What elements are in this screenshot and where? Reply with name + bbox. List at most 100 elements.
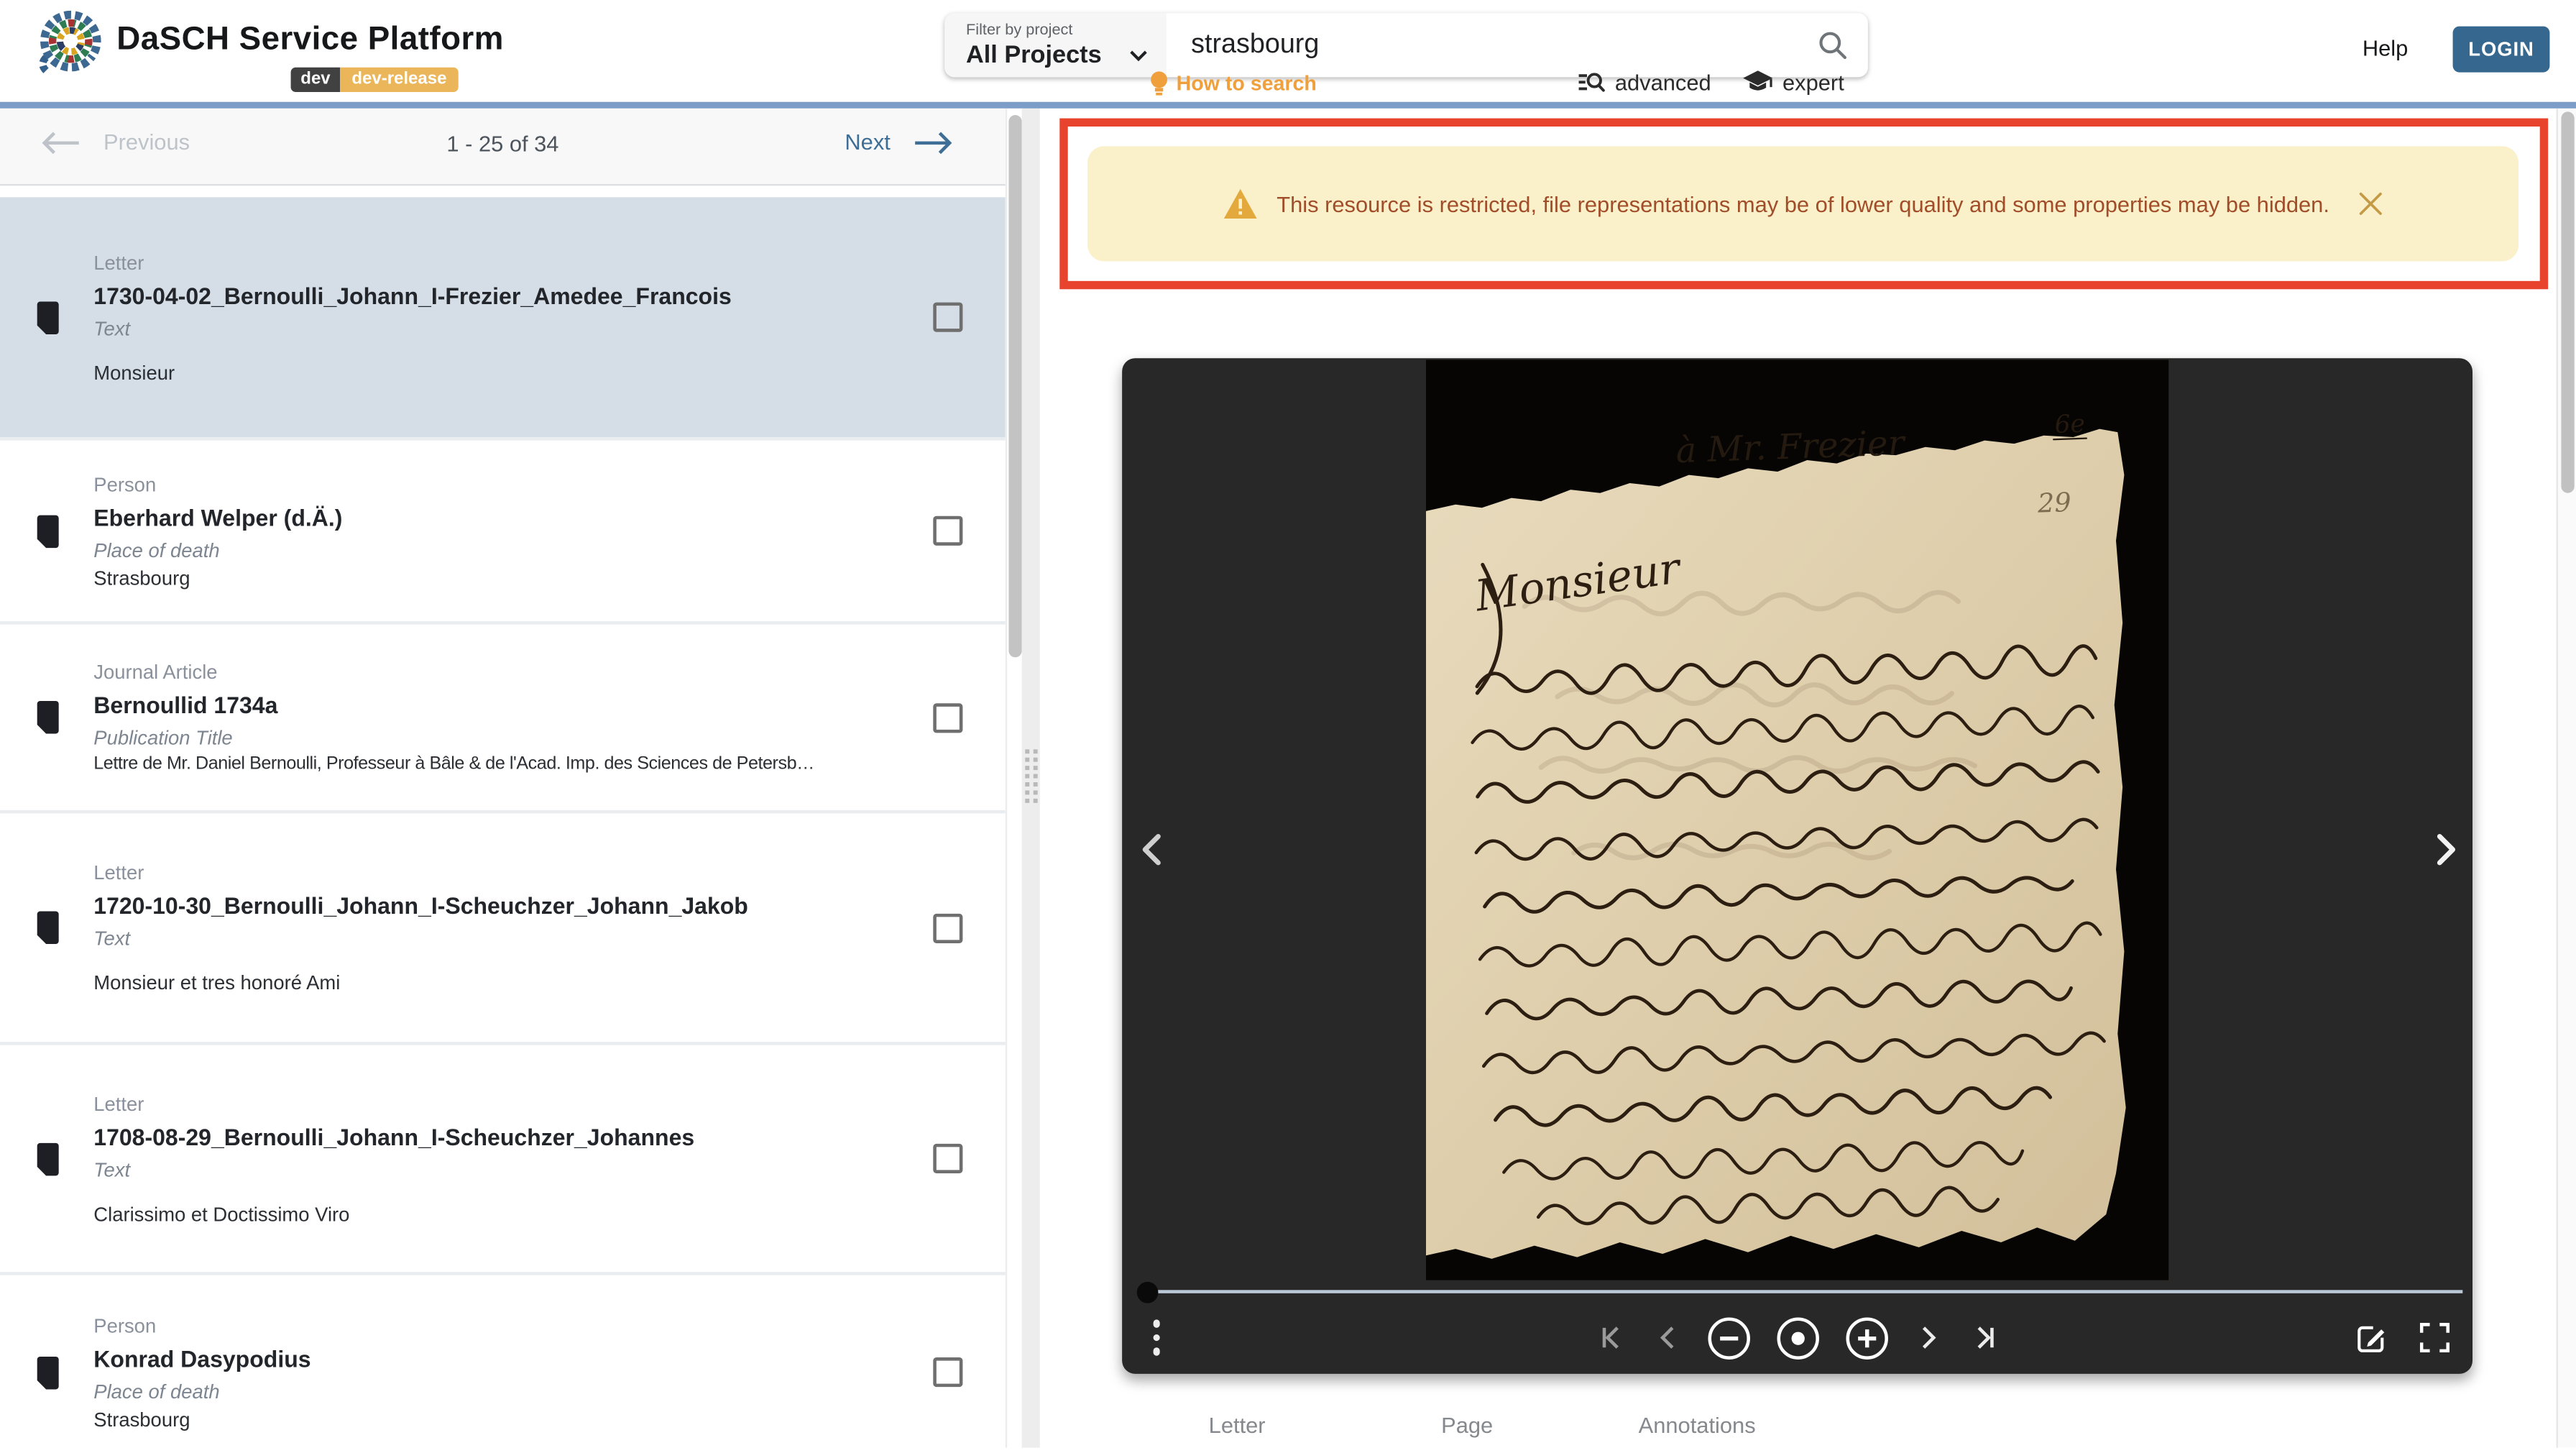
viewer-controls	[1122, 1301, 2472, 1374]
last-page-icon	[1977, 1326, 1993, 1349]
file-icon	[37, 301, 59, 334]
help-link[interactable]: Help	[2363, 36, 2408, 60]
panel-splitter-handle[interactable]	[1021, 108, 1040, 1448]
results-pagination: Previous 1 - 25 of 34 Next	[0, 108, 1006, 186]
results-list: Letter 1730-04-02_Bernoulli_Johann_I-Fre…	[0, 197, 1006, 1448]
file-icon	[37, 1142, 59, 1175]
project-filter-dropdown[interactable]: Filter by project All Projects	[944, 13, 1167, 78]
result-property: Text	[93, 1158, 131, 1181]
result-checkbox[interactable]	[933, 912, 963, 943]
dasch-service-platform-app: DaSCH Service Platform dev dev-release F…	[0, 0, 2576, 1448]
close-icon	[2359, 192, 2382, 215]
result-property: Place of death	[93, 1379, 220, 1403]
result-property: Text	[93, 316, 131, 340]
page-slider-knob[interactable]	[1136, 1281, 1159, 1303]
result-value: Monsieur et tres honoré Ami	[93, 971, 341, 994]
last-page-button[interactable]	[1967, 1321, 2000, 1355]
result-checkbox[interactable]	[933, 1357, 963, 1388]
header: DaSCH Service Platform dev dev-release F…	[0, 0, 2576, 102]
result-title: Konrad Dasypodius	[93, 1344, 311, 1372]
result-value: Clarissimo et Doctissimo Viro	[93, 1202, 350, 1226]
lightbulb-icon	[1151, 71, 1168, 96]
search-input[interactable]	[1166, 29, 1796, 61]
result-value: Strasbourg	[93, 1407, 190, 1431]
fullscreen-button[interactable]	[2419, 1323, 2450, 1353]
loading-progress-bar	[0, 101, 2576, 109]
search-icon	[1818, 32, 1846, 60]
manuscript-addressee: à Mr. Frezier	[1675, 423, 1908, 471]
expert-search-button[interactable]: expert	[1743, 70, 1844, 96]
result-type: Person	[93, 1314, 157, 1337]
results-scrollbar[interactable]	[1005, 108, 1024, 1448]
tab-letter[interactable]: Letter	[1122, 1397, 1352, 1453]
login-button[interactable]: LOGIN	[2452, 26, 2550, 73]
result-item[interactable]: Person Konrad Dasypodius Place of death …	[0, 1272, 1006, 1448]
result-title: 1730-04-02_Bernoulli_Johann_I-Frezier_Am…	[93, 282, 732, 308]
result-item[interactable]: Journal Article Bernoullid 1734a Publica…	[0, 621, 1006, 810]
chevron-right-icon	[1921, 1326, 1936, 1349]
image-viewer: à Mr. Frezier 6e 29 Monsieur	[1122, 358, 2473, 1374]
next-label: Next	[845, 129, 891, 155]
next-image-button[interactable]	[2426, 832, 2462, 868]
first-page-button[interactable]	[1594, 1321, 1627, 1355]
result-type: Person	[93, 472, 157, 496]
file-icon	[37, 911, 59, 945]
dasch-logo[interactable]	[33, 8, 112, 73]
previous-page-viewer-button[interactable]	[1652, 1321, 1681, 1355]
search-field	[1166, 13, 1796, 77]
search-results-panel: Previous 1 - 25 of 34 Next Letter 1730-0…	[0, 108, 1006, 1448]
window-scrollbar-thumb[interactable]	[2561, 111, 2575, 493]
file-icon	[37, 1355, 59, 1389]
how-to-search-link[interactable]: How to search	[1150, 70, 1317, 97]
environment-badges: dev dev-release	[290, 67, 459, 92]
zoom-in-icon	[1845, 1316, 1887, 1359]
advanced-search-button[interactable]: advanced	[1577, 70, 1711, 96]
result-item[interactable]: Letter 1708-08-29_Bernoulli_Johann_I-Sch…	[0, 1042, 1006, 1273]
previous-image-button[interactable]	[1135, 832, 1171, 868]
close-notice-button[interactable]	[2359, 192, 2382, 215]
result-type: Letter	[93, 250, 144, 274]
resource-tabs: Letter Page Annotations	[1122, 1397, 1812, 1453]
zoom-out-button[interactable]	[1706, 1316, 1751, 1360]
result-checkbox[interactable]	[933, 302, 963, 332]
zoom-in-button[interactable]	[1844, 1316, 1889, 1360]
manuscript-page-number: 29	[2036, 487, 2071, 519]
chevron-left-icon	[1659, 1326, 1673, 1349]
dev-release-badge: dev-release	[340, 67, 459, 92]
window-scrollbar[interactable]	[2556, 108, 2576, 1448]
advanced-search-label: advanced	[1614, 70, 1711, 96]
result-item[interactable]: Letter 1730-04-02_Bernoulli_Johann_I-Fre…	[0, 197, 1006, 437]
restricted-notice-text: This resource is restricted, file repres…	[1276, 191, 2329, 216]
next-page-viewer-button[interactable]	[1913, 1321, 1943, 1355]
search-bar: Filter by project All Projects	[944, 13, 1868, 78]
result-property: Publication Title	[93, 726, 233, 750]
result-item[interactable]: Person Eberhard Welper (d.Ä.) Place of d…	[0, 437, 1006, 622]
next-page-button[interactable]: Next	[845, 130, 952, 155]
result-checkbox[interactable]	[933, 1143, 963, 1174]
drag-dots-icon	[1025, 749, 1038, 803]
fullscreen-icon	[2419, 1323, 2450, 1353]
result-value: Lettre de Mr. Daniel Bernoulli, Professe…	[93, 754, 814, 774]
result-title: 1708-08-29_Bernoulli_Johann_I-Scheuchzer…	[93, 1123, 695, 1150]
manuscript-folio-mark: 6e	[2054, 410, 2085, 439]
result-property: Place of death	[93, 538, 220, 562]
result-item[interactable]: Letter 1720-10-30_Bernoulli_Johann_I-Sch…	[0, 810, 1006, 1042]
tab-annotations[interactable]: Annotations	[1582, 1397, 1812, 1453]
page-slider-track[interactable]	[1145, 1290, 2463, 1294]
expert-search-label: expert	[1782, 70, 1844, 96]
result-title: 1720-10-30_Bernoulli_Johann_I-Scheuchzer…	[93, 892, 748, 919]
search-submit-button[interactable]	[1795, 13, 1868, 77]
result-type: Letter	[93, 861, 144, 884]
annotate-button[interactable]	[2356, 1322, 2387, 1353]
tab-page[interactable]: Page	[1352, 1397, 1582, 1453]
result-checkbox[interactable]	[933, 702, 963, 733]
chevron-right-icon	[2437, 834, 2456, 866]
chevron-left-icon	[1142, 834, 1161, 866]
project-filter-value: All Projects	[966, 41, 1102, 70]
results-scrollbar-thumb[interactable]	[1008, 115, 1022, 658]
how-to-search-label: How to search	[1176, 72, 1317, 96]
result-checkbox[interactable]	[933, 515, 963, 546]
dev-badge: dev	[290, 67, 341, 92]
reset-zoom-button[interactable]	[1775, 1316, 1820, 1360]
resource-panel: This resource is restricted, file repres…	[1039, 108, 2557, 1448]
